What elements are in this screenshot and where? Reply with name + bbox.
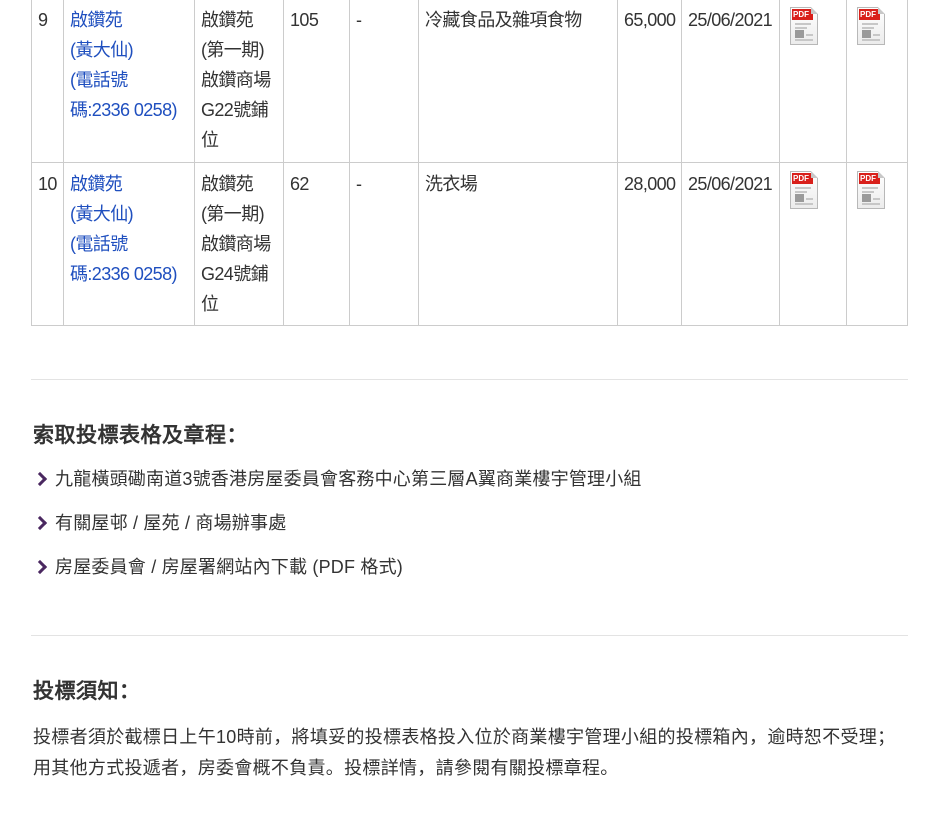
estate-link[interactable]: 啟鑽苑 (黃大仙) (電話號 碼:2336 0258) [63,162,195,326]
row-number: 9 [31,0,64,163]
obtain-forms-list: 九龍橫頭磡南道3號香港房屋委員會客務中心第三層A翼商業樓宇管理小組 有關屋邨 /… [32,466,642,598]
pdf-icon[interactable]: PDF [857,7,885,45]
location-line: 啟鑽商場 [201,70,271,90]
estate-phone-label[interactable]: (電話號 [70,229,188,259]
pdf-cell: PDF [846,0,908,163]
reserve-price: 28,000 [617,162,682,326]
closing-date: 25/06/2021 [681,0,780,163]
table-row: 10 啟鑽苑 (黃大仙) (電話號 碼:2336 0258) 啟鑽苑 (第一期)… [31,162,908,326]
shop-area: 105 [283,0,350,163]
estate-phone-number[interactable]: 碼:2336 0258) [70,259,188,289]
list-item-text: 房屋委員會 / 房屋署網站內下載 (PDF 格式) [55,557,403,577]
location-line: 位 [201,294,219,314]
permitted-use: 洗衣場 [418,162,618,326]
pdf-cell: PDF [779,0,847,163]
pdf-tag: PDF [792,9,813,20]
shop-location: 啟鑽苑 (第一期) 啟鑽商場 G24號鋪 位 [194,162,284,326]
chevron-right-icon [32,515,48,531]
chevron-right-icon [32,559,48,575]
chevron-right-icon [32,471,48,487]
estate-phone-number[interactable]: 碼:2336 0258) [70,95,188,125]
pdf-cell: PDF [846,162,908,326]
section-divider [31,379,908,380]
estate-name[interactable]: 啟鑽苑 [70,5,188,35]
estate-district[interactable]: (黃大仙) [70,35,188,65]
dash-cell: - [349,0,419,163]
pdf-cell: PDF [779,162,847,326]
section-divider [31,635,908,636]
location-line: 啟鑽商場 [201,234,271,254]
pdf-tag: PDF [792,173,813,184]
location-line: G22號鋪 [201,100,269,120]
dash-cell: - [349,162,419,326]
pdf-icon[interactable]: PDF [857,171,885,209]
location-line: 啟鑽苑 [201,174,254,194]
permitted-use: 冷藏食品及雜項食物 [418,0,618,163]
list-item-text: 九龍橫頭磡南道3號香港房屋委員會客務中心第三層A翼商業樓宇管理小組 [55,469,642,489]
row-number: 10 [31,162,64,326]
closing-date: 25/06/2021 [681,162,780,326]
pdf-tag: PDF [859,173,880,184]
location-line: (第一期) [201,204,265,224]
pdf-icon[interactable]: PDF [790,7,818,45]
location-line: 位 [201,130,219,150]
list-item: 有關屋邨 / 屋苑 / 商場辦事處 [32,510,642,554]
reserve-price: 65,000 [617,0,682,163]
obtain-forms-title: 索取投標表格及章程： [33,424,248,447]
location-line: (第一期) [201,40,265,60]
notice-title: 投標須知： [33,680,141,703]
notice-body: 投標者須於截標日上午10時前，將填妥的投標表格投入位於商業樓宇管理小組的投標箱內… [33,727,896,778]
list-item: 九龍橫頭磡南道3號香港房屋委員會客務中心第三層A翼商業樓宇管理小組 [32,466,642,510]
list-item: 房屋委員會 / 房屋署網站內下載 (PDF 格式) [32,554,642,598]
estate-district[interactable]: (黃大仙) [70,199,188,229]
estate-link[interactable]: 啟鑽苑 (黃大仙) (電話號 碼:2336 0258) [63,0,195,163]
estate-phone-label[interactable]: (電話號 [70,65,188,95]
shop-location: 啟鑽苑 (第一期) 啟鑽商場 G22號鋪 位 [194,0,284,163]
location-line: G24號鋪 [201,264,269,284]
estate-name[interactable]: 啟鑽苑 [70,169,188,199]
pdf-tag: PDF [859,9,880,20]
shop-area: 62 [283,162,350,326]
location-line: 啟鑽苑 [201,10,254,30]
tender-table: 9 啟鑽苑 (黃大仙) (電話號 碼:2336 0258) 啟鑽苑 (第一期) … [31,0,908,326]
pdf-icon[interactable]: PDF [790,171,818,209]
table-row: 9 啟鑽苑 (黃大仙) (電話號 碼:2336 0258) 啟鑽苑 (第一期) … [31,0,908,163]
list-item-text: 有關屋邨 / 屋苑 / 商場辦事處 [55,513,287,533]
